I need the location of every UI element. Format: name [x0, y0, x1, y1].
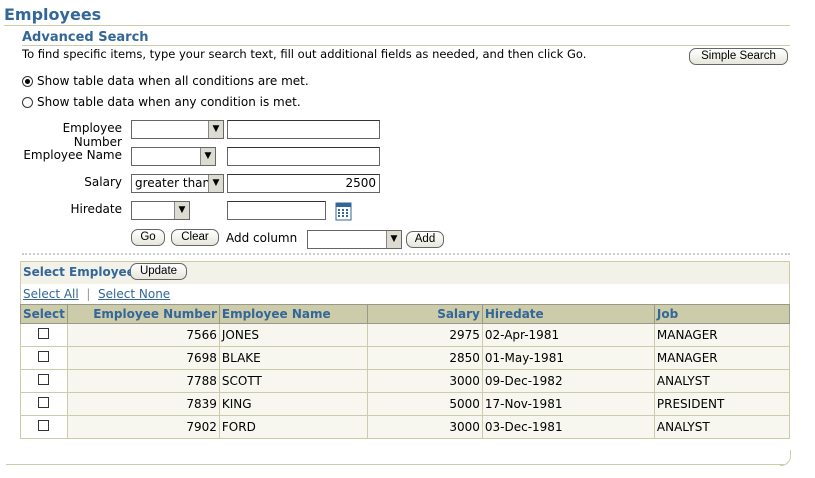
add-button[interactable]: Add: [406, 231, 444, 248]
row-select-cell: [20, 415, 68, 439]
radio-all-icon[interactable]: [22, 75, 33, 87]
radio-all-label: Show table data when all conditions are …: [37, 74, 309, 88]
footer-divider: [6, 464, 784, 465]
employee-name-cell: KING: [218, 392, 368, 416]
salary-cell: 2850: [366, 346, 483, 370]
row-checkbox[interactable]: [38, 374, 50, 385]
salary-label: Salary: [84, 175, 122, 189]
row-checkbox[interactable]: [38, 420, 50, 431]
chevron-down-icon: ▼: [208, 121, 223, 138]
table-row: 7566 JONES 2975 02-Apr-1981 MANAGER: [20, 323, 791, 347]
table-row: 7839 KING 5000 17-Nov-1981 PRESIDENT: [20, 392, 791, 416]
employee-number-input[interactable]: [227, 120, 380, 139]
employee-name-cell: JONES: [218, 323, 368, 347]
salary-input[interactable]: 2500: [227, 174, 380, 193]
table-header-row: Select Employee Number Employee Name Sal…: [20, 304, 791, 324]
footer-corner: [780, 450, 791, 466]
dotted-separator: [22, 253, 790, 255]
column-header-employee-number[interactable]: Employee Number: [66, 304, 220, 324]
radio-any-condition[interactable]: Show table data when any condition is me…: [22, 95, 301, 109]
add-column-select[interactable]: ▼: [307, 230, 402, 249]
employee-name-cell: SCOTT: [218, 369, 368, 393]
job-cell: ANALYST: [653, 415, 791, 439]
employee-name-cell: BLAKE: [218, 346, 368, 370]
section-title: Advanced Search: [22, 30, 149, 45]
hiredate-cell: 02-Apr-1981: [481, 323, 655, 347]
employee-number-operator-select[interactable]: ▼: [131, 120, 224, 139]
table-row: 7698 BLAKE 2850 01-May-1981 MANAGER: [20, 346, 791, 370]
employee-name-operator-select[interactable]: ▼: [131, 147, 216, 166]
hiredate-input[interactable]: [227, 201, 326, 220]
job-cell: ANALYST: [653, 369, 791, 393]
column-header-salary[interactable]: Salary: [366, 304, 483, 324]
row-select-cell: [20, 369, 68, 393]
radio-any-label: Show table data when any condition is me…: [37, 95, 301, 109]
calendar-icon[interactable]: [335, 202, 352, 221]
row-select-cell: [20, 323, 68, 347]
instructions-text: To find specific items, type your search…: [22, 47, 587, 61]
row-select-cell: [20, 346, 68, 370]
employee-number-cell: 7788: [66, 369, 220, 393]
column-header-hiredate[interactable]: Hiredate: [481, 304, 655, 324]
link-separator: |: [82, 287, 95, 301]
row-checkbox[interactable]: [38, 328, 50, 339]
column-header-employee-name[interactable]: Employee Name: [218, 304, 368, 324]
row-checkbox[interactable]: [38, 397, 50, 408]
select-all-link[interactable]: Select All: [23, 287, 79, 301]
radio-any-icon[interactable]: [22, 96, 33, 108]
employees-table: Select Employee Number Employee Name Sal…: [20, 304, 791, 439]
employee-name-label: Employee Name: [23, 148, 122, 162]
salary-cell: 3000: [366, 415, 483, 439]
job-cell: MANAGER: [653, 346, 791, 370]
employee-number-label: Employee Number: [62, 121, 122, 149]
add-column-label: Add column: [226, 231, 298, 245]
employee-number-cell: 7566: [66, 323, 220, 347]
select-none-link[interactable]: Select None: [98, 287, 170, 301]
hiredate-cell: 03-Dec-1981: [481, 415, 655, 439]
hiredate-cell: 09-Dec-1982: [481, 369, 655, 393]
selection-links: Select All | Select None: [23, 287, 170, 301]
chevron-down-icon: ▼: [386, 231, 401, 248]
employee-name-cell: FORD: [218, 415, 368, 439]
clear-button[interactable]: Clear: [171, 229, 219, 246]
update-button[interactable]: Update: [130, 263, 187, 280]
chevron-down-icon: ▼: [174, 202, 189, 219]
salary-cell: 5000: [366, 392, 483, 416]
row-select-cell: [20, 392, 68, 416]
column-header-select: Select: [20, 304, 68, 324]
simple-search-button[interactable]: Simple Search: [689, 48, 788, 65]
title-divider: [4, 25, 790, 26]
go-button[interactable]: Go: [131, 229, 165, 246]
employee-number-cell: 7698: [66, 346, 220, 370]
hiredate-label: Hiredate: [70, 202, 122, 216]
employee-name-input[interactable]: [227, 147, 380, 166]
radio-all-conditions[interactable]: Show table data when all conditions are …: [22, 74, 309, 88]
salary-cell: 2975: [366, 323, 483, 347]
hiredate-cell: 17-Nov-1981: [481, 392, 655, 416]
table-row: 7788 SCOTT 3000 09-Dec-1982 ANALYST: [20, 369, 791, 393]
row-checkbox[interactable]: [38, 351, 50, 362]
column-header-job[interactable]: Job: [653, 304, 791, 324]
employee-number-cell: 7902: [66, 415, 220, 439]
salary-cell: 3000: [366, 369, 483, 393]
hiredate-operator-select[interactable]: ▼: [131, 201, 190, 220]
job-cell: PRESIDENT: [653, 392, 791, 416]
salary-operator-select[interactable]: greater than ▼: [131, 174, 224, 193]
chevron-down-icon: ▼: [208, 175, 223, 192]
employee-number-cell: 7839: [66, 392, 220, 416]
chevron-down-icon: ▼: [200, 148, 215, 165]
hiredate-cell: 01-May-1981: [481, 346, 655, 370]
job-cell: MANAGER: [653, 323, 791, 347]
page-title: Employees: [4, 5, 102, 24]
section-divider: [22, 45, 790, 46]
table-row: 7902 FORD 3000 03-Dec-1981 ANALYST: [20, 415, 791, 439]
select-employees-label: Select Employees:: [23, 265, 147, 279]
